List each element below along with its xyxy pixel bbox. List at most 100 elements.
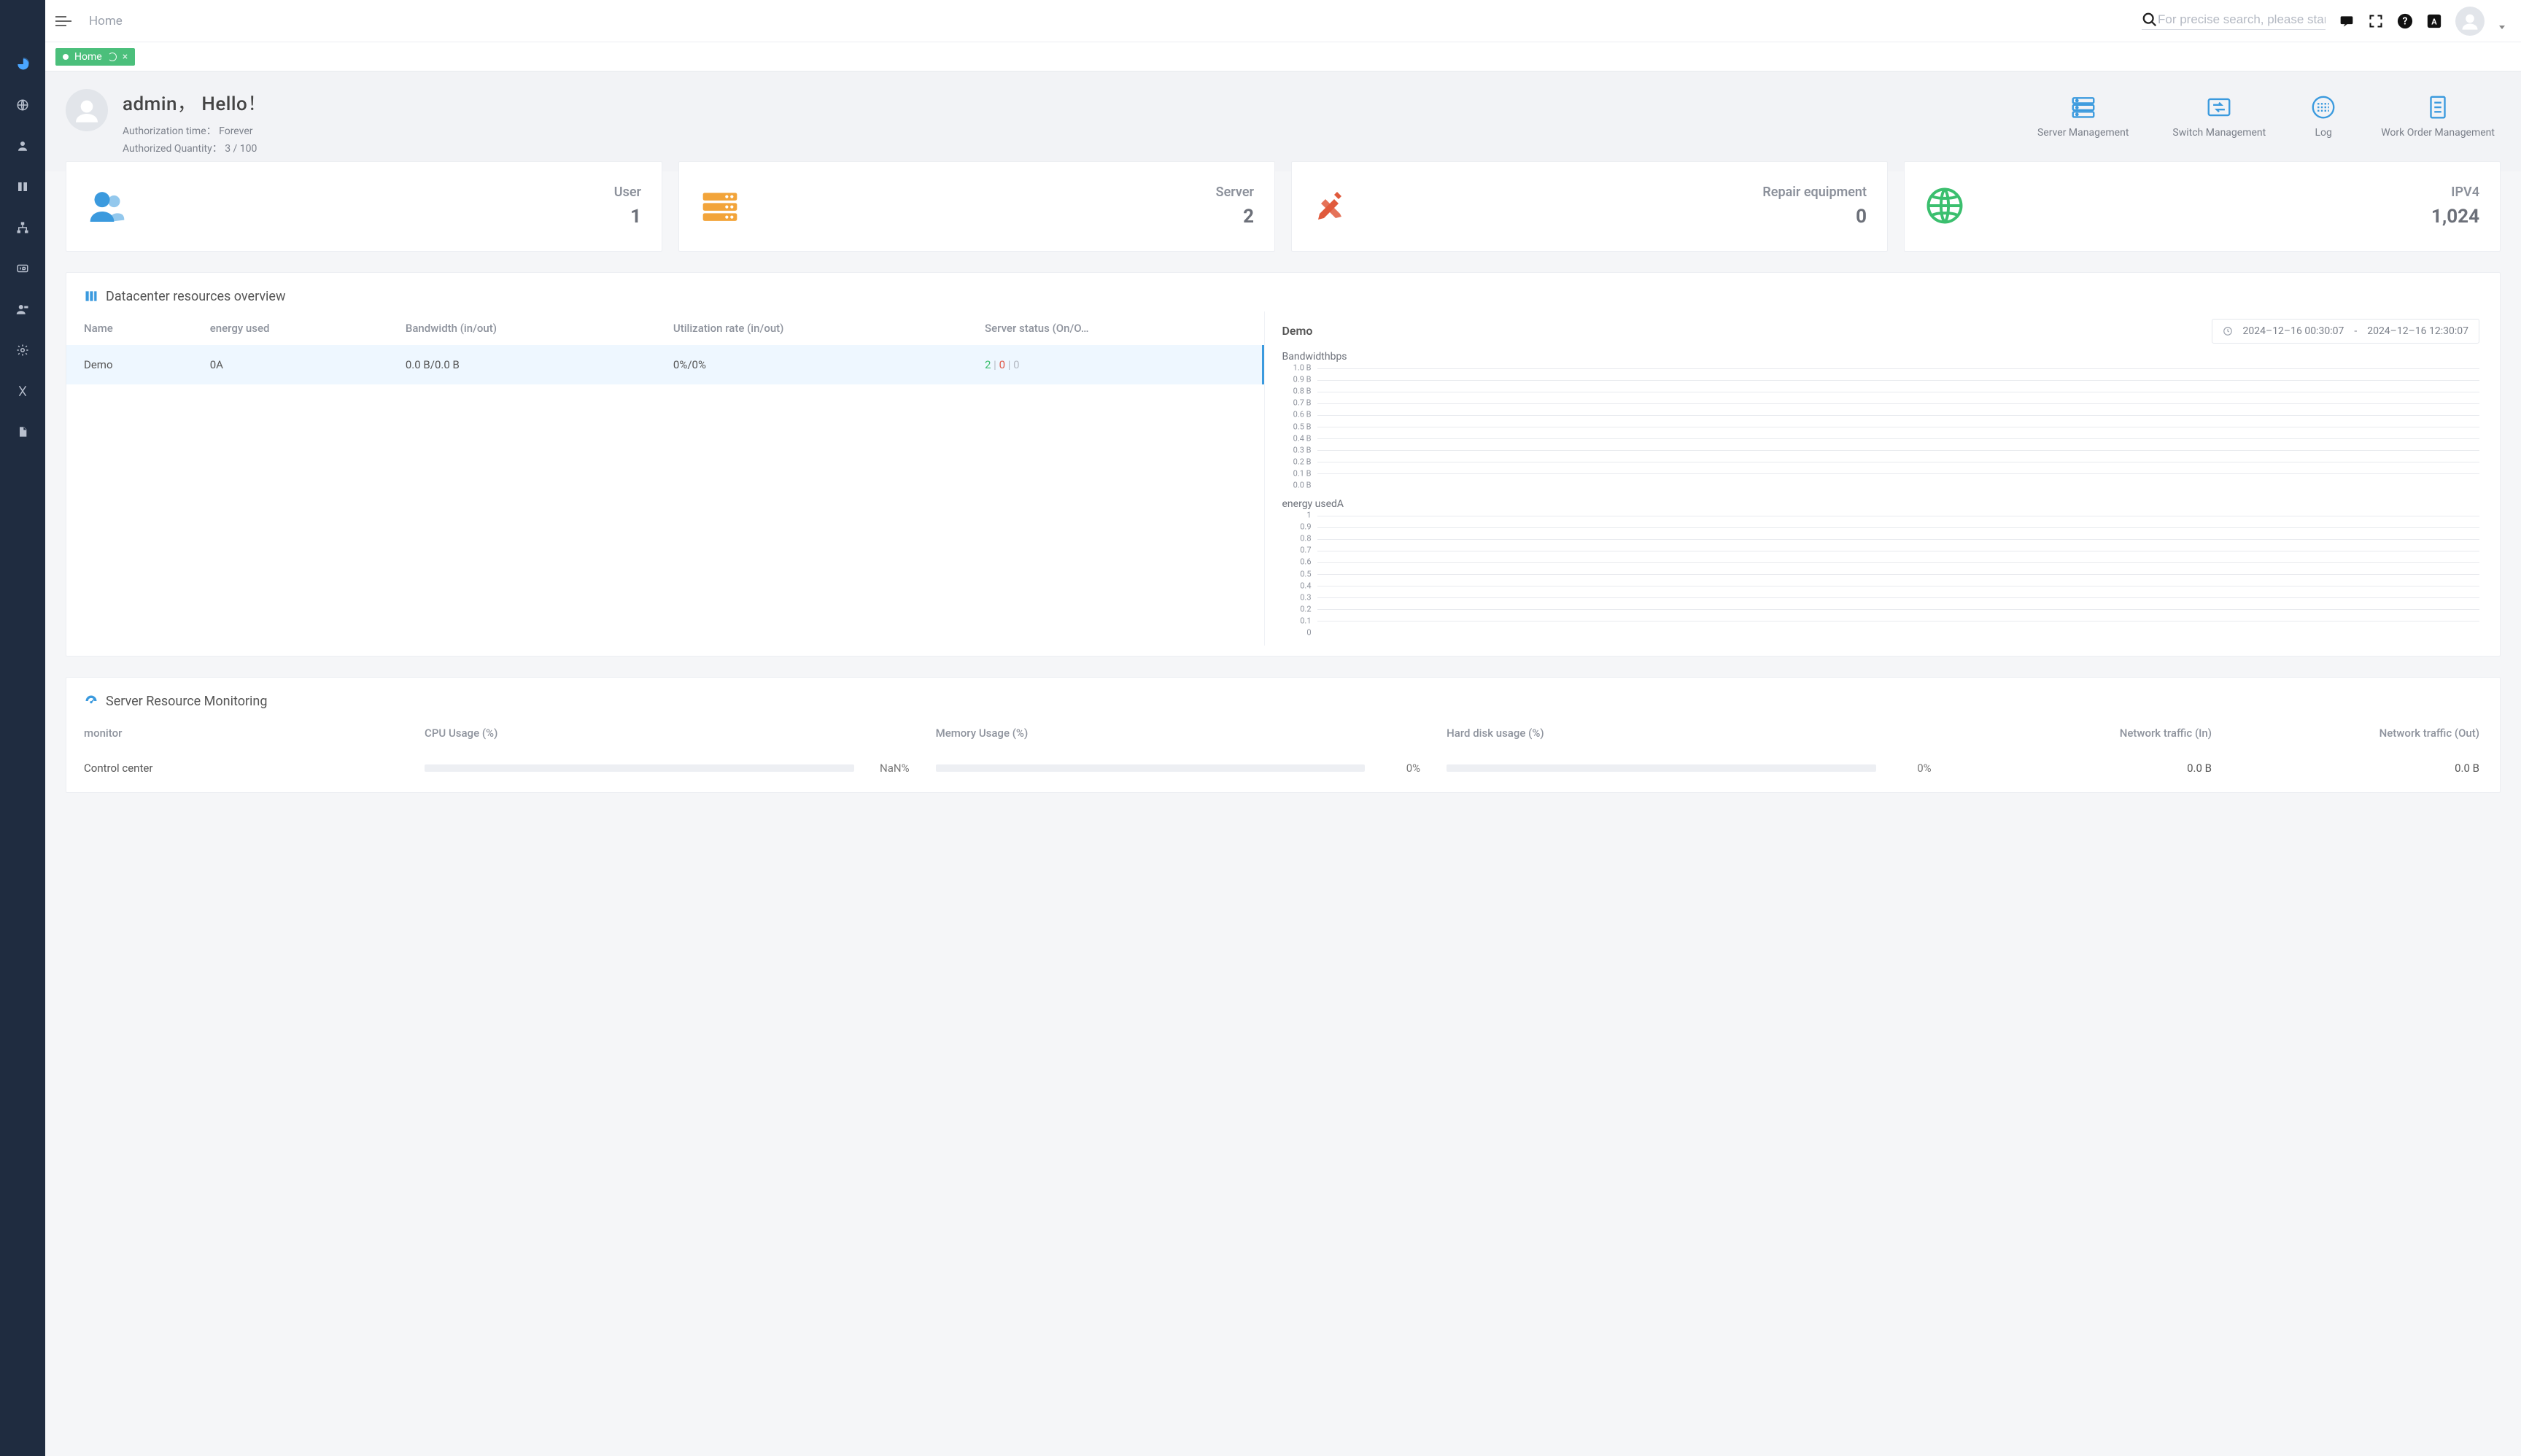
header-block: admin， Hello！ Authorization time： Foreve… (45, 71, 2521, 171)
breadcrumb[interactable]: Home (89, 14, 123, 28)
main-area: Home ? A (45, 0, 2521, 1456)
topbar: Home ? A (45, 0, 2521, 42)
tab-active-dot (63, 54, 69, 60)
panel-title-text: Datacenter resources overview (106, 289, 286, 304)
cell-energy: 0A (193, 345, 388, 384)
stat-cards-row: User 1 Server 2 (66, 161, 2501, 252)
gauge-icon (84, 694, 98, 708)
date-from: 2024–12–16 00:30:07 (2243, 325, 2344, 337)
table-row[interactable]: Demo 0A 0.0 B/0.0 B 0%/0% 2 | 0 | 0 (66, 345, 1264, 384)
cell-bandwidth: 0.0 B/0.0 B (388, 345, 656, 384)
datacenter-icon (84, 289, 98, 303)
cell-netout: 0.0 B (2232, 750, 2500, 782)
greeting-block: admin， Hello！ Authorization time： Foreve… (123, 89, 267, 158)
sidebar-item-dashboard[interactable] (15, 57, 30, 71)
sidebar-item-usercard[interactable] (15, 302, 30, 317)
quicklink-label: Switch Management (2172, 127, 2266, 139)
sidebar-item-document[interactable] (15, 425, 30, 439)
profile-avatar (66, 89, 108, 131)
cell-disk: 0% (1429, 750, 1940, 782)
col-status: Server status (On/O… (967, 311, 1263, 345)
help-icon[interactable]: ? (2397, 13, 2413, 29)
stat-label: Server (1216, 185, 1254, 200)
stat-value: 2 (1216, 206, 1254, 228)
sidebar-item-servers[interactable] (15, 179, 30, 194)
col-disk: Hard disk usage (%) (1429, 716, 1940, 750)
quicklink-label: Log (2315, 127, 2332, 139)
stat-card-server[interactable]: Server 2 (678, 161, 1275, 252)
tab-close-icon[interactable]: × (123, 51, 128, 63)
stat-label: IPV4 (2431, 185, 2479, 200)
datacenter-table: Name energy used Bandwidth (in/out) Util… (66, 311, 1264, 646)
server-monitoring-panel: Server Resource Monitoring monitor CPU U… (66, 677, 2501, 793)
stat-label: User (614, 185, 641, 200)
greeting-text: admin， Hello！ (123, 89, 267, 116)
work-order-icon (2424, 93, 2452, 121)
quicklink-switch-management[interactable]: Switch Management (2172, 93, 2266, 139)
date-sep: - (2354, 325, 2357, 337)
col-utilization: Utilization rate (in/out) (656, 311, 967, 345)
sidebar-item-globe[interactable] (15, 98, 30, 112)
stat-card-repair[interactable]: Repair equipment 0 (1291, 161, 1888, 252)
svg-text:A: A (2431, 17, 2437, 26)
content-area: User 1 Server 2 (45, 161, 2521, 822)
language-icon[interactable]: A (2426, 13, 2442, 29)
globe-icon (1925, 186, 1966, 227)
svg-text:?: ? (2403, 15, 2408, 27)
sidebar-item-tools[interactable] (15, 384, 30, 398)
quicklink-label: Work Order Management (2381, 127, 2495, 139)
user-menu-caret[interactable] (2499, 26, 2505, 29)
cell-monitor: Control center (66, 750, 407, 782)
auth-time-value: Forever (219, 125, 252, 137)
users-icon (87, 186, 128, 227)
stat-value: 1,024 (2431, 206, 2479, 228)
cell-mem: 0% (918, 750, 1430, 782)
datacenter-panel: Datacenter resources overview Name energ… (66, 272, 2501, 657)
search-input[interactable] (2158, 12, 2326, 27)
tab-home[interactable]: Home × (55, 48, 135, 66)
search-icon[interactable] (2142, 12, 2158, 28)
quicklink-log[interactable]: Log (2309, 93, 2337, 139)
quicklink-work-order[interactable]: Work Order Management (2381, 93, 2495, 139)
date-to: 2024–12–16 12:30:07 (2367, 325, 2468, 337)
quicklink-label: Server Management (2037, 127, 2129, 139)
refresh-icon[interactable] (108, 53, 117, 61)
table-row[interactable]: Control center NaN% 0% 0% 0.0 B 0.0 B (66, 750, 2500, 782)
chart-title: energy usedA (1282, 498, 2480, 510)
messages-icon[interactable] (2339, 13, 2355, 29)
server-icon (700, 186, 740, 227)
col-energy: energy used (193, 311, 388, 345)
cell-netin: 0.0 B (1940, 750, 2232, 782)
cell-utilization: 0%/0% (656, 345, 967, 384)
auth-qty-label: Authorized Quantity： (123, 143, 222, 155)
sidebar-item-sitemap[interactable] (15, 220, 30, 235)
quicklink-server-management[interactable]: Server Management (2037, 93, 2129, 139)
cell-status: 2 | 0 | 0 (967, 345, 1263, 384)
col-netout: Network traffic (Out) (2232, 716, 2500, 750)
panel-title-text: Server Resource Monitoring (106, 694, 267, 709)
tabstrip: Home × (45, 42, 2521, 71)
bandwidth-chart: Bandwidthbps 0.0 B0.1 B0.2 B0.3 B0.4 B0.… (1282, 351, 2480, 488)
quick-links: Server Management Switch Management Log (2037, 89, 2501, 139)
sidebar-item-settings[interactable] (15, 343, 30, 357)
stat-label: Repair equipment (1762, 185, 1867, 200)
stat-card-ipv4[interactable]: IPV4 1,024 (1904, 161, 2501, 252)
page-body: admin， Hello！ Authorization time： Foreve… (45, 71, 2521, 1456)
col-name: Name (66, 311, 193, 345)
sidebar-item-user[interactable] (15, 139, 30, 153)
tab-label: Home (74, 51, 102, 63)
user-avatar[interactable] (2455, 7, 2485, 36)
date-range-picker[interactable]: 2024–12–16 00:30:07 - 2024–12–16 12:30:0… (2212, 319, 2479, 344)
server-management-icon (2069, 93, 2097, 121)
col-cpu: CPU Usage (%) (407, 716, 918, 750)
search-wrap (2142, 12, 2326, 30)
fullscreen-icon[interactable] (2368, 13, 2384, 29)
switch-management-icon (2205, 93, 2233, 121)
repair-icon (1312, 186, 1353, 227)
col-mem: Memory Usage (%) (918, 716, 1430, 750)
toggle-sidebar-button[interactable] (55, 13, 71, 29)
sidebar-item-ip[interactable] (15, 261, 30, 276)
stat-value: 0 (1762, 206, 1867, 228)
auth-time-label: Authorization time： (123, 125, 217, 137)
stat-card-user[interactable]: User 1 (66, 161, 662, 252)
